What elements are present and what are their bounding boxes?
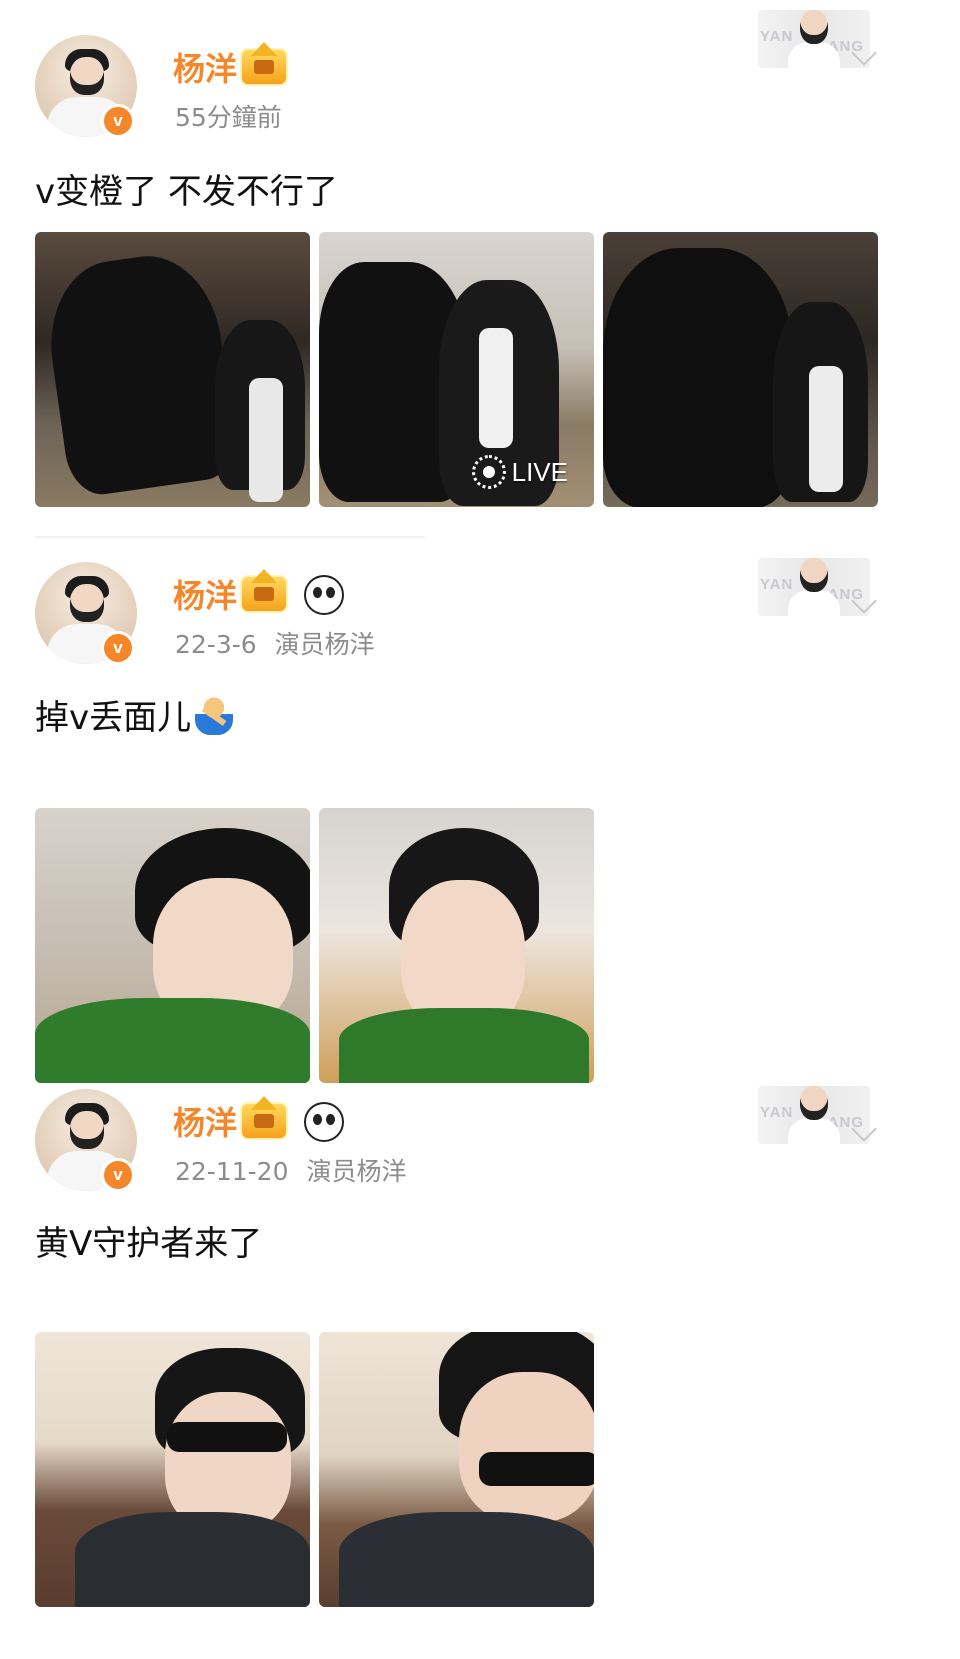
username[interactable]: 杨洋 [173,44,237,90]
post-time: 22-11-20 [175,1157,289,1186]
panda-icon [304,1102,344,1142]
post-content: 掉v丢面儿 [35,690,234,739]
person-gesturing-no-icon [195,697,234,735]
verified-badge-icon: v [101,631,135,665]
username[interactable]: 杨洋 [173,1098,237,1144]
post-content: 黄V守护者来了 [35,1224,263,1264]
profile-card[interactable]: YAN ANG [758,558,870,616]
card-text-left: YAN [760,576,794,593]
post-divider [35,536,425,538]
verified-badge-icon: v [101,1158,135,1192]
crown-icon [240,1096,288,1140]
sunglasses-photo-2[interactable] [319,1332,594,1607]
post-content-text: 掉v丢面儿 [35,698,192,738]
live-label: LIVE [511,456,568,487]
username[interactable]: 杨洋 [173,571,237,617]
profile-card[interactable]: YAN ANG [758,10,870,68]
card-text-left: YAN [760,1104,794,1121]
live-photo-badge: LIVE [471,455,568,489]
profile-card[interactable]: YAN ANG [758,1086,870,1144]
crown-icon [240,569,288,613]
selfie-green-sweater-1[interactable] [35,808,310,1083]
post-meta: 22-3-6 演员杨洋 [175,625,375,661]
post-source[interactable]: 演员杨洋 [306,1157,406,1186]
post-content: v变橙了 不发不行了 [35,172,338,212]
sunglasses-photo-1[interactable] [35,1332,310,1607]
horse-photo-1[interactable] [35,232,310,507]
card-text-left: YAN [760,28,794,45]
post-meta: 22-11-20 演员杨洋 [175,1152,407,1188]
horse-photo-3[interactable] [603,232,878,507]
post-meta: 55分鐘前 [175,98,282,134]
verified-badge-icon: v [101,104,135,138]
live-photo-icon [471,455,506,489]
post-time: 22-3-6 [175,630,257,659]
horse-photo-2[interactable]: LIVE [319,232,594,507]
post-time: 55分鐘前 [175,103,282,132]
selfie-green-sweater-2[interactable] [319,808,594,1083]
crown-icon [240,42,288,86]
panda-icon [304,575,344,615]
post-source[interactable]: 演员杨洋 [275,630,375,659]
